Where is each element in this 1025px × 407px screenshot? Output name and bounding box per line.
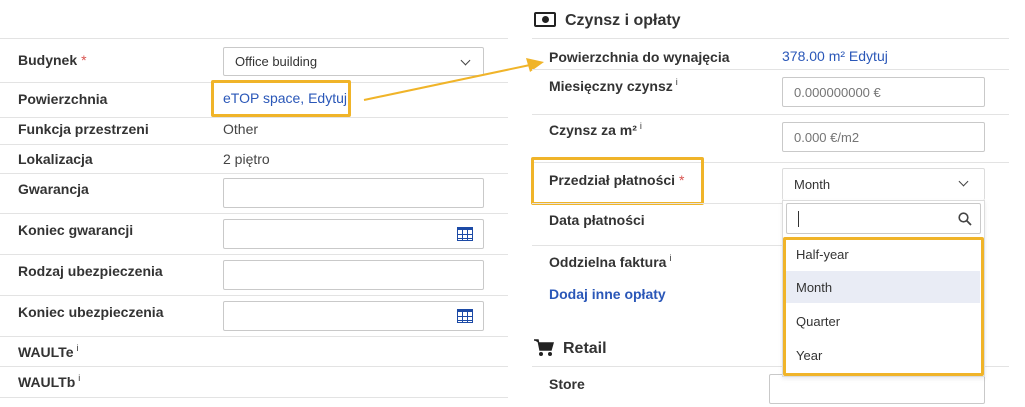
czynsz-za-m2-input[interactable] <box>782 122 985 152</box>
lokalizacja-label: Lokalizacja <box>18 151 93 167</box>
annotation-arrow <box>363 58 544 101</box>
divider <box>0 173 508 174</box>
dodaj-inne-oplaty-link[interactable]: Dodaj inne opłaty <box>549 286 666 302</box>
info-icon[interactable]: i <box>669 253 671 263</box>
divider <box>532 245 782 246</box>
highlight-box-powierzchnia <box>211 80 351 117</box>
powierzchnia-label: Powierzchnia <box>18 91 108 107</box>
divider <box>532 69 1009 70</box>
shopping-cart-icon <box>534 339 554 356</box>
divider <box>532 203 782 204</box>
divider <box>0 254 508 255</box>
divider <box>0 397 508 398</box>
highlight-box-przedzial <box>531 157 704 205</box>
divider <box>0 336 508 337</box>
waultb-label: WAULTb i <box>18 373 81 390</box>
rodzaj-ubezpieczenia-label: Rodzaj ubezpieczenia <box>18 263 163 279</box>
chevron-down-icon <box>958 176 969 187</box>
info-icon[interactable]: i <box>640 121 642 131</box>
miesieczny-czynsz-label: Miesięczny czynsz i <box>549 77 678 94</box>
czynsz-za-m2-label: Czynsz za m² i <box>549 121 642 138</box>
divider <box>532 38 1009 39</box>
divider <box>0 366 508 367</box>
miesieczny-czynsz-input[interactable] <box>782 77 985 107</box>
divider <box>0 117 508 118</box>
search-icon[interactable] <box>958 212 972 226</box>
divider <box>532 114 1009 115</box>
budynek-label: Budynek * <box>18 52 87 68</box>
store-input[interactable] <box>769 374 985 404</box>
dropdown-search-input[interactable] <box>786 203 981 234</box>
rodzaj-ubezpieczenia-input[interactable] <box>223 260 484 290</box>
info-icon[interactable]: i <box>76 343 78 353</box>
calendar-icon[interactable] <box>457 309 473 323</box>
funkcja-value: Other <box>223 121 259 137</box>
koniec-gwarancji-date-input[interactable] <box>223 219 484 249</box>
przedzial-platnosci-select[interactable]: Month <box>782 168 985 200</box>
powierzchnia-do-wynajecia-value[interactable]: 378.00 m² Edytuj <box>782 48 888 64</box>
top-divider <box>0 38 508 39</box>
retail-section-title: Retail <box>563 340 607 357</box>
text-cursor <box>798 210 799 227</box>
lokalizacja-value: 2 piętro <box>223 151 270 167</box>
koniec-gwarancji-label: Koniec gwarancji <box>18 222 134 238</box>
waulte-label: WAULTe i <box>18 343 79 360</box>
info-icon[interactable]: i <box>78 373 80 383</box>
data-platnosci-label: Data płatności <box>549 212 645 228</box>
store-label: Store <box>549 376 585 392</box>
gwarancja-label: Gwarancja <box>18 181 89 197</box>
koniec-ubezpieczenia-date-input[interactable] <box>223 301 484 331</box>
funkcja-label: Funkcja przestrzeni <box>18 121 149 137</box>
divider <box>0 295 508 296</box>
info-icon[interactable]: i <box>676 77 678 87</box>
gwarancja-input[interactable] <box>223 178 484 208</box>
money-icon <box>534 12 556 27</box>
koniec-ubezpieczenia-label: Koniec ubezpieczenia <box>18 304 164 320</box>
oddzielna-faktura-label: Oddzielna faktura i <box>549 253 672 270</box>
czynsz-section-title: Czynsz i opłaty <box>565 12 681 29</box>
powierzchnia-do-wynajecia-label: Powierzchnia do wynajęcia <box>549 49 730 65</box>
highlight-box-options <box>783 237 984 376</box>
divider <box>0 144 508 145</box>
calendar-icon[interactable] <box>457 227 473 241</box>
divider <box>0 213 508 214</box>
